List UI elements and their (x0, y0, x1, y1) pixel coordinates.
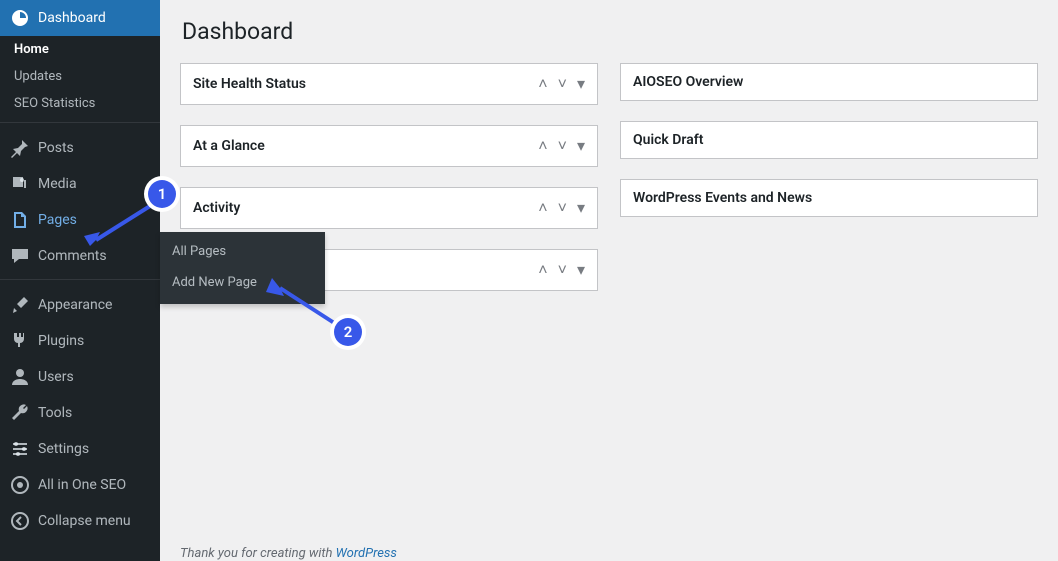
move-up-icon[interactable]: ˄ (538, 136, 547, 156)
move-up-icon[interactable]: ˄ (538, 198, 547, 218)
panel-controls: ˄ ˅ ▾ (538, 74, 585, 94)
sidebar-item-collapse[interactable]: Collapse menu (0, 503, 160, 539)
brush-icon (10, 295, 30, 315)
panel-wp-events: WordPress Events and News (620, 179, 1038, 217)
admin-sidebar: Dashboard Home Updates SEO Statistics Po… (0, 0, 160, 561)
sidebar-item-settings[interactable]: Settings (0, 431, 160, 467)
right-column: AIOSEO Overview Quick Draft WordPress Ev… (620, 63, 1038, 291)
flyout-all-pages[interactable]: All Pages (160, 232, 325, 267)
toggle-icon[interactable]: ▾ (577, 260, 585, 280)
sidebar-item-aioseo[interactable]: All in One SEO (0, 467, 160, 503)
page-title: Dashboard (182, 18, 1038, 45)
aioseo-icon (10, 475, 30, 495)
footer-credit: Thank you for creating with WordPress (180, 546, 397, 561)
media-icon (10, 174, 30, 194)
panel-at-a-glance: At a Glance ˄ ˅ ▾ (180, 125, 598, 167)
sidebar-label: Tools (38, 405, 72, 421)
submenu-home[interactable]: Home (12, 36, 160, 63)
sidebar-item-users[interactable]: Users (0, 359, 160, 395)
sidebar-label: Posts (38, 140, 74, 156)
move-down-icon[interactable]: ˅ (558, 198, 567, 218)
sidebar-label: Settings (38, 441, 89, 457)
collapse-icon (10, 511, 30, 531)
sidebar-label: Appearance (38, 297, 112, 313)
panel-site-health: Site Health Status ˄ ˅ ▾ (180, 63, 598, 105)
submenu-updates[interactable]: Updates (12, 63, 160, 90)
move-up-icon[interactable]: ˄ (538, 74, 547, 94)
wrench-icon (10, 403, 30, 423)
panel-title: AIOSEO Overview (633, 74, 743, 90)
comments-icon (10, 246, 30, 266)
sidebar-label: Users (38, 369, 74, 385)
toggle-icon[interactable]: ▾ (577, 136, 585, 156)
move-up-icon[interactable]: ˄ (538, 260, 547, 280)
panel-title: At a Glance (193, 138, 265, 154)
sidebar-item-appearance[interactable]: Appearance (0, 287, 160, 323)
pages-icon (10, 210, 30, 230)
panel-controls: ˄ ˅ ▾ (538, 136, 585, 156)
sidebar-separator (0, 122, 160, 130)
move-down-icon[interactable]: ˅ (558, 260, 567, 280)
panel-title: Site Health Status (193, 76, 306, 92)
sidebar-label: Plugins (38, 333, 84, 349)
sliders-icon (10, 439, 30, 459)
dashboard-icon (10, 8, 30, 28)
move-down-icon[interactable]: ˅ (558, 136, 567, 156)
annotation-callout-2: 2 (334, 318, 362, 346)
panel-title: Activity (193, 200, 240, 216)
toggle-icon[interactable]: ▾ (577, 74, 585, 94)
panel-title: Quick Draft (633, 132, 703, 148)
panel-controls: ˄ ˅ ▾ (538, 260, 585, 280)
plug-icon (10, 331, 30, 351)
sidebar-item-dashboard[interactable]: Dashboard (0, 0, 160, 36)
sidebar-label: All in One SEO (38, 477, 126, 493)
sidebar-label: Media (38, 176, 77, 192)
footer-link[interactable]: WordPress (336, 546, 397, 561)
toggle-icon[interactable]: ▾ (577, 198, 585, 218)
panel-title: WordPress Events and News (633, 190, 812, 206)
dashboard-submenu: Home Updates SEO Statistics (0, 36, 160, 117)
sidebar-label: Pages (38, 212, 77, 228)
panel-controls: ˄ ˅ ▾ (538, 198, 585, 218)
sidebar-label: Dashboard (38, 10, 106, 26)
pin-icon (10, 138, 30, 158)
sidebar-item-plugins[interactable]: Plugins (0, 323, 160, 359)
panel-aioseo-overview: AIOSEO Overview (620, 63, 1038, 101)
submenu-seo-stats[interactable]: SEO Statistics (12, 90, 160, 117)
footer-text: Thank you for creating with (180, 546, 336, 561)
sidebar-item-posts[interactable]: Posts (0, 130, 160, 166)
user-icon (10, 367, 30, 387)
sidebar-label: Collapse menu (38, 513, 131, 529)
panel-activity: Activity ˄ ˅ ▾ (180, 187, 598, 229)
sidebar-item-tools[interactable]: Tools (0, 395, 160, 431)
move-down-icon[interactable]: ˅ (558, 74, 567, 94)
panel-quick-draft: Quick Draft (620, 121, 1038, 159)
annotation-callout-1: 1 (148, 180, 176, 208)
sidebar-separator (0, 279, 160, 287)
